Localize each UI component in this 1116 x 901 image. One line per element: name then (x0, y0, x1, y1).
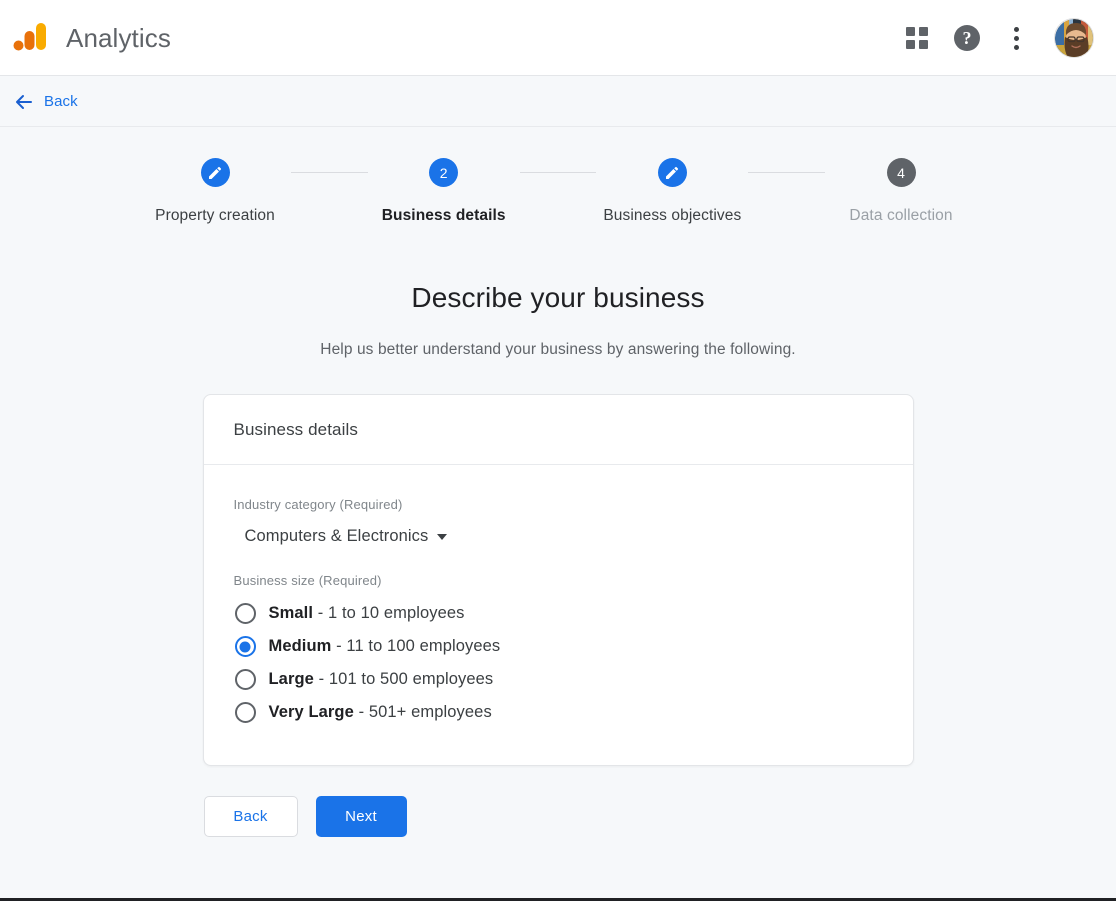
stepper-step-2-circle[interactable]: 2 (429, 158, 458, 187)
brand: Analytics (10, 17, 171, 59)
stepper-step-business-objectives[interactable]: Business objectives (596, 158, 748, 225)
page-head: Describe your business Help us better un… (0, 282, 1116, 359)
pencil-icon (664, 165, 680, 181)
radio-medium-detail: - 11 to 100 employees (331, 637, 500, 655)
industry-category-label: Industry category (Required) (234, 497, 883, 512)
avatar[interactable] (1054, 18, 1094, 58)
industry-category-value: Computers & Electronics (245, 527, 429, 546)
kebab-menu-icon (1006, 25, 1028, 52)
card-body: Industry category (Required) Computers &… (204, 465, 913, 765)
app-bar: Analytics ? (0, 0, 1116, 76)
stepper-connector-2 (520, 172, 597, 173)
chevron-down-icon (437, 534, 447, 540)
stepper-step-3-circle[interactable] (658, 158, 687, 187)
stepper-step-4-label: Data collection (849, 207, 952, 225)
more-options-button[interactable] (1006, 25, 1028, 52)
radio-small-detail: - 1 to 10 employees (313, 604, 465, 622)
back-link-label: Back (44, 93, 78, 110)
radio-small-indicator[interactable] (235, 603, 256, 624)
stepper: Property creation 2 Business details Bus… (0, 127, 1116, 225)
stepper-step-data-collection[interactable]: 4 Data collection (825, 158, 977, 225)
next-button[interactable]: Next (316, 796, 407, 837)
stepper-step-4-circle[interactable]: 4 (887, 158, 916, 187)
radio-option-medium[interactable]: Medium - 11 to 100 employees (234, 630, 883, 663)
card-title: Business details (234, 420, 358, 439)
form-actions: Back Next (203, 796, 914, 837)
arrow-left-icon (14, 92, 34, 112)
appbar-actions: ? (906, 18, 1094, 58)
back-button[interactable]: Back (204, 796, 298, 837)
stepper-step-3-label: Business objectives (603, 207, 741, 225)
radio-option-very-large[interactable]: Very Large - 501+ employees (234, 696, 883, 729)
stepper-step-1-circle[interactable] (201, 158, 230, 187)
radio-very-large-detail: - 501+ employees (354, 703, 492, 721)
stepper-step-1-label: Property creation (155, 207, 275, 225)
radio-option-large[interactable]: Large - 101 to 500 employees (234, 663, 883, 696)
app-viewport: Analytics ? (0, 0, 1116, 901)
radio-small-label: Small - 1 to 10 employees (269, 604, 465, 623)
pencil-icon (207, 165, 223, 181)
page-title: Describe your business (0, 282, 1116, 314)
radio-large-label: Large - 101 to 500 employees (269, 670, 494, 689)
back-nav-bar: Back (0, 76, 1116, 127)
stepper-connector-3 (748, 172, 825, 173)
brand-name: Analytics (66, 23, 171, 54)
radio-very-large-label: Very Large - 501+ employees (269, 703, 492, 722)
help-button[interactable]: ? (954, 25, 980, 51)
business-details-card: Business details Industry category (Requ… (203, 394, 914, 766)
radio-small-name: Small (269, 604, 314, 622)
stepper-step-property-creation[interactable]: Property creation (139, 158, 291, 225)
radio-medium-indicator[interactable] (235, 636, 256, 657)
page-subtitle: Help us better understand your business … (0, 341, 1116, 359)
radio-large-name: Large (269, 670, 314, 688)
google-analytics-logo-icon (10, 17, 52, 59)
apps-grid-icon (906, 27, 928, 49)
business-size-label: Business size (Required) (234, 573, 883, 588)
user-avatar-icon (1055, 19, 1094, 58)
back-link[interactable]: Back (14, 92, 78, 112)
radio-medium-label: Medium - 11 to 100 employees (269, 637, 501, 656)
stepper-connector-1 (291, 172, 368, 173)
industry-category-select[interactable]: Computers & Electronics (234, 527, 448, 546)
apps-grid-button[interactable] (906, 27, 928, 49)
radio-option-small[interactable]: Small - 1 to 10 employees (234, 597, 883, 630)
radio-very-large-indicator[interactable] (235, 702, 256, 723)
stepper-step-business-details[interactable]: 2 Business details (368, 158, 520, 225)
card-header: Business details (204, 395, 913, 465)
industry-category-field: Industry category (Required) Computers &… (234, 497, 883, 546)
stepper-step-2-label: Business details (382, 207, 506, 225)
help-circle-icon: ? (954, 25, 980, 51)
business-size-radio-group: Small - 1 to 10 employees Medium - 11 to… (234, 597, 883, 729)
business-size-field: Business size (Required) Small - 1 to 10… (234, 573, 883, 729)
radio-large-indicator[interactable] (235, 669, 256, 690)
radio-very-large-name: Very Large (269, 703, 354, 721)
radio-large-detail: - 101 to 500 employees (314, 670, 493, 688)
radio-medium-name: Medium (269, 637, 332, 655)
